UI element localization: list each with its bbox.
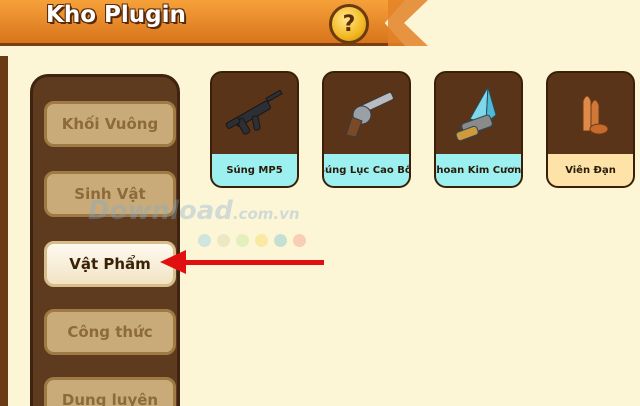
watermark-dot — [255, 234, 268, 247]
bullets-icon — [548, 73, 633, 156]
item-card-label: Súng Lục Cao Bồi — [324, 154, 409, 186]
category-sidebar: Khối Vuông Sinh Vật Vật Phẩm Công thức D… — [30, 74, 180, 406]
page-title: Kho Plugin — [46, 2, 186, 28]
watermark: Download.com.vn — [88, 196, 300, 226]
header-ribbon-tail — [388, 0, 428, 46]
watermark-dot — [198, 234, 211, 247]
smg-icon — [212, 73, 297, 156]
item-card-label: Khoan Kim Cương — [436, 154, 521, 186]
watermark-dot — [293, 234, 306, 247]
help-button[interactable]: ? — [329, 4, 369, 44]
sidebar-item-label: Vật Phẩm — [69, 255, 151, 273]
item-card-bullets[interactable]: Viên Đạn — [546, 71, 635, 188]
sidebar-item-label: Dung luyện — [61, 391, 159, 406]
diamond-drill-icon — [436, 73, 521, 156]
item-card-label: Súng MP5 — [212, 154, 297, 186]
watermark-dot — [236, 234, 249, 247]
item-card-mp5[interactable]: Súng MP5 — [210, 71, 299, 188]
watermark-dot — [217, 234, 230, 247]
sidebar-item-khoi-vuong[interactable]: Khối Vuông — [44, 101, 176, 147]
watermark-dot — [274, 234, 287, 247]
question-icon: ? — [342, 11, 356, 37]
sidebar-item-dung-luyen[interactable]: Dung luyện — [44, 377, 176, 406]
revolver-icon — [324, 73, 409, 156]
sidebar-item-vat-pham[interactable]: Vật Phẩm — [44, 241, 176, 287]
item-card-revolver[interactable]: Súng Lục Cao Bồi — [322, 71, 411, 188]
watermark-dots — [198, 234, 306, 247]
sidebar-item-label: Công thức — [67, 323, 153, 341]
header: Kho Plugin ? — [0, 0, 640, 56]
annotation-arrow-line — [178, 260, 324, 265]
annotation-arrow-head — [160, 250, 186, 274]
item-card-diamond-drill[interactable]: Khoan Kim Cương — [434, 71, 523, 188]
sidebar-item-label: Khối Vuông — [61, 115, 159, 133]
sidebar-item-cong-thuc[interactable]: Công thức — [44, 309, 176, 355]
item-card-label: Viên Đạn — [548, 154, 633, 186]
